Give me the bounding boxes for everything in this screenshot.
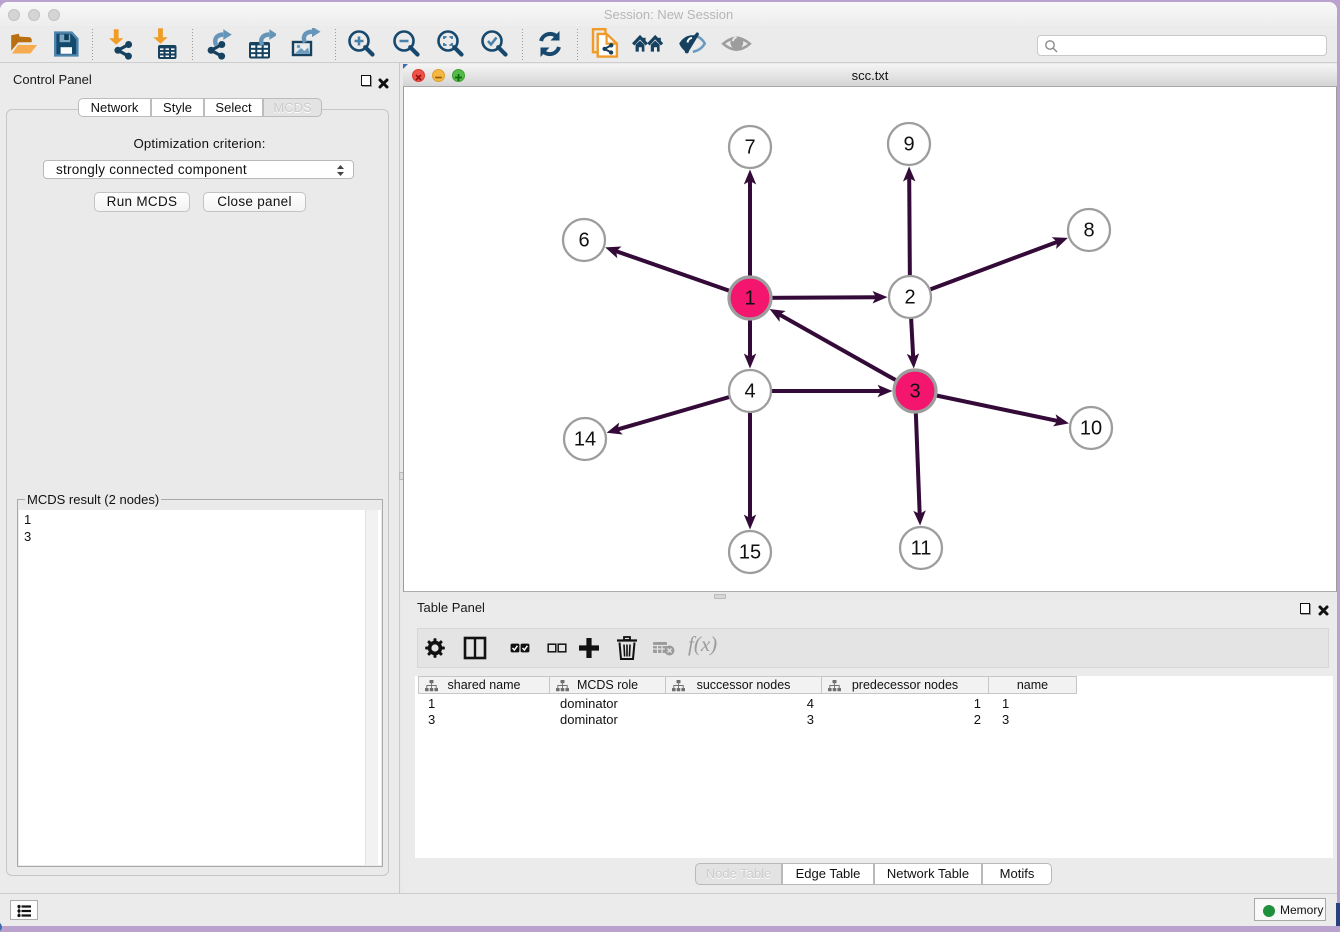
svg-text:11: 11 (911, 538, 932, 560)
svg-text:2: 2 (904, 287, 915, 309)
svg-text:9: 9 (903, 134, 914, 156)
svg-text:10: 10 (1080, 418, 1102, 440)
svg-text:7: 7 (744, 137, 755, 159)
svg-text:3: 3 (909, 381, 920, 403)
svg-text:14: 14 (574, 429, 596, 451)
svg-text:6: 6 (578, 230, 589, 252)
svg-text:8: 8 (1083, 220, 1094, 242)
svg-text:1: 1 (744, 288, 755, 310)
svg-text:4: 4 (744, 381, 755, 403)
svg-text:15: 15 (739, 542, 761, 564)
